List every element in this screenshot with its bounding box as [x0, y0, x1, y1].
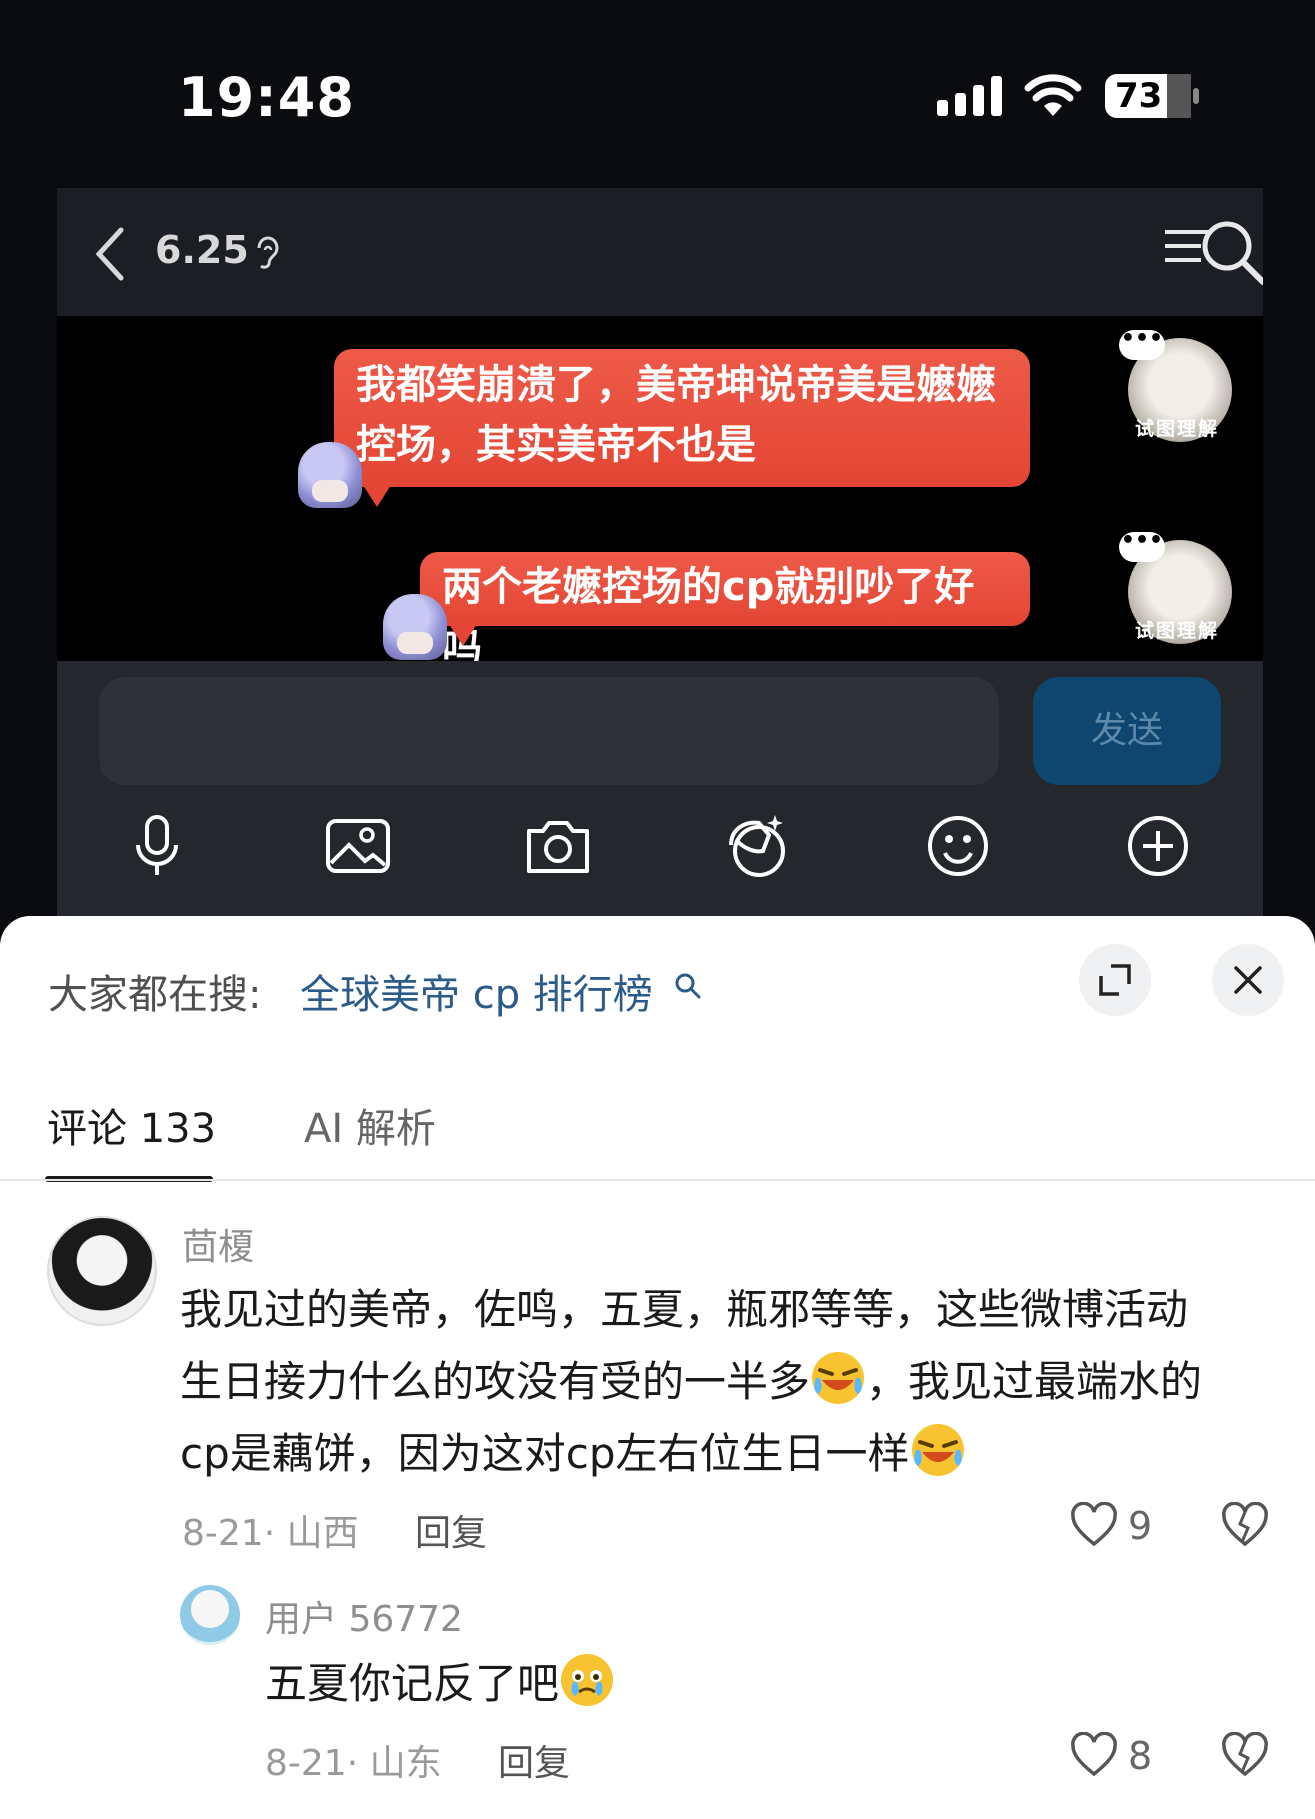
- status-time: 19:48: [178, 66, 355, 129]
- status-bar: 19:48 73: [0, 0, 1315, 190]
- back-chevron-icon[interactable]: [93, 226, 129, 282]
- battery-level: 73: [1115, 76, 1163, 116]
- chat-header: 6.25: [57, 188, 1263, 316]
- comment-text: 我见过的美帝，佐鸣，五夏，瓶邪等等，这些微博活动 生日接力什么的攻没有受的一半多…: [180, 1274, 1290, 1490]
- trending-search-prefix: 大家都在搜:: [48, 972, 262, 1018]
- menu-search-icon[interactable]: [1165, 218, 1263, 288]
- expand-button[interactable]: [1079, 944, 1151, 1016]
- chat-messages: 我都笑崩溃了，美帝坤说帝美是嬷嬷 控场，其实美帝不也是 ••• 试图理解 两个老…: [57, 316, 1263, 672]
- avatar-label: 试图理解: [1135, 418, 1220, 440]
- typing-badge: •••: [1119, 530, 1165, 562]
- crying-emoji-icon: [561, 1654, 614, 1706]
- comment-line: cp是藕饼，因为这对cp左右位生日一样: [180, 1418, 1290, 1490]
- expand-icon: [1099, 964, 1131, 996]
- message-bubble: 我都笑崩溃了，美帝坤说帝美是嬷嬷 控场，其实美帝不也是: [334, 349, 1030, 487]
- sticker-icon[interactable]: [723, 811, 793, 881]
- comment-date: 8-21: [265, 1743, 347, 1784]
- comment-meta: 8-21· 山东: [265, 1734, 442, 1786]
- like-count: 8: [1128, 1734, 1153, 1778]
- message-line: 控场，其实美帝不也是: [356, 422, 756, 468]
- avatar[interactable]: [180, 1585, 240, 1645]
- heart-icon[interactable]: [1069, 1502, 1119, 1548]
- laughing-crying-emoji-icon: [911, 1424, 964, 1476]
- comment-line: 我见过的美帝，佐鸣，五夏，瓶邪等等，这些微博活动: [180, 1285, 1189, 1334]
- message-line: 我都笑崩溃了，美帝坤说帝美是嬷嬷: [356, 362, 996, 408]
- tab-comments[interactable]: 评论 133: [47, 1096, 216, 1154]
- cellular-signal-icon: [937, 76, 1002, 116]
- embedded-chat-screenshot: 6.25 我都笑崩溃了，美帝坤说帝美是嬷嬷 控场，其实美帝不也是 ••• 试图理…: [57, 188, 1263, 918]
- emoji-icon[interactable]: [923, 811, 993, 881]
- laughing-crying-emoji-icon: [812, 1352, 865, 1404]
- comment-username[interactable]: 用户 56772: [265, 1590, 463, 1642]
- avatar-label: 试图理解: [1135, 620, 1220, 642]
- reply-button[interactable]: 回复: [498, 1734, 570, 1786]
- broken-heart-icon[interactable]: [1220, 1732, 1270, 1778]
- message-bubble: 两个老嬷控场的cp就别吵了好吗: [420, 552, 1030, 672]
- sticker-avatar: [383, 594, 447, 660]
- typing-badge: •••: [1119, 328, 1165, 360]
- comment-line-text: cp是藕饼，因为这对cp左右位生日一样: [180, 1429, 910, 1478]
- ear-icon: [257, 236, 279, 269]
- chat-input-bar: 发送: [57, 661, 1263, 918]
- battery-indicator: 73: [1105, 74, 1201, 118]
- comment-line-text: ，我见过最端水的: [866, 1357, 1203, 1406]
- reply-button[interactable]: 回复: [415, 1504, 487, 1556]
- comment-location: · 山西: [263, 1513, 359, 1554]
- close-button[interactable]: [1212, 944, 1284, 1016]
- comment-line-text: 五夏你记反了吧: [265, 1659, 560, 1708]
- send-button[interactable]: 发送: [1033, 677, 1221, 785]
- camera-icon[interactable]: [523, 811, 593, 881]
- comment-meta: 8-21· 山西: [182, 1504, 359, 1556]
- trending-search-link[interactable]: 全球美帝 cp 排行榜: [300, 962, 653, 1020]
- chat-title: 6.25: [155, 228, 249, 272]
- close-icon: [1234, 966, 1262, 994]
- message-input[interactable]: [99, 677, 999, 785]
- bubble-tail: [363, 485, 391, 507]
- comment-date: 8-21: [182, 1513, 264, 1554]
- comment-location: · 山东: [346, 1743, 442, 1784]
- tab-ai-analysis[interactable]: AI 解析: [304, 1096, 436, 1154]
- like-count: 9: [1128, 1504, 1153, 1548]
- image-icon[interactable]: [323, 811, 393, 881]
- tab-divider: [0, 1179, 1315, 1181]
- search-icon: [675, 973, 701, 999]
- comment-username[interactable]: 茴榎: [182, 1218, 254, 1270]
- microphone-icon[interactable]: [122, 811, 192, 881]
- plus-circle-icon[interactable]: [1123, 811, 1193, 881]
- comment-text: 五夏你记反了吧: [265, 1648, 1265, 1720]
- wifi-icon: [1024, 74, 1082, 116]
- broken-heart-icon[interactable]: [1220, 1502, 1270, 1548]
- comment-line-text: 生日接力什么的攻没有受的一半多: [180, 1357, 811, 1406]
- heart-icon[interactable]: [1069, 1732, 1119, 1778]
- avatar[interactable]: [47, 1216, 157, 1326]
- comment-line: 生日接力什么的攻没有受的一半多 ，我见过最端水的: [180, 1346, 1290, 1418]
- bubble-tail: [449, 624, 477, 646]
- sticker-avatar: [298, 442, 362, 508]
